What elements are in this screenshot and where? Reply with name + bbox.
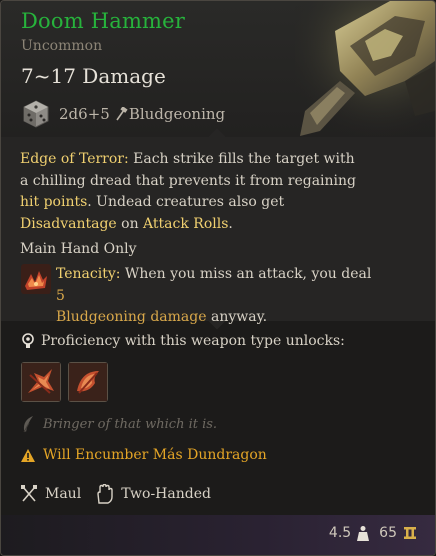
edge-of-terror-description: Edge of Terror: Each strike fills the ta… [20, 149, 360, 235]
bludgeoning-icon [116, 107, 128, 121]
feather-icon [23, 416, 33, 433]
hit-points-keyword[interactable]: hit points [20, 194, 87, 210]
damage-range: 7~17 Damage [21, 64, 166, 88]
edge-text: . [228, 215, 233, 232]
damage-dice: 2d6+5 [59, 105, 110, 123]
tenacity-title: Tenacity: [56, 266, 121, 282]
edge-text: . Undead creatures also get [87, 194, 285, 210]
attack-rolls-keyword[interactable]: Attack Rolls [143, 216, 228, 232]
weapon-type-label: Maul [45, 486, 82, 502]
gold-coin-icon [404, 527, 416, 539]
weapon-skill-1[interactable] [21, 362, 61, 402]
disadvantage-keyword[interactable]: Disadvantage [20, 216, 117, 232]
weapon-tags-row: Maul Two-Handed [21, 482, 211, 506]
main-hand-only: Main Hand Only [20, 241, 137, 257]
flavor-row: Bringer of that which it is. [21, 415, 217, 433]
weight-icon [357, 526, 370, 541]
encumbrance-warning: Will Encumber Más Dundragon [43, 447, 267, 463]
damage-type: Bludgeoning [128, 105, 226, 123]
tenacity-damage-number: 5 [56, 287, 65, 304]
dice-icon [23, 100, 49, 128]
encumbrance-warning-row: Will Encumber Más Dundragon [21, 447, 267, 463]
warning-icon [21, 448, 35, 462]
tenacity-text: anyway. [206, 309, 268, 325]
flavor-text: Bringer of that which it is. [43, 416, 218, 432]
tooltip-footer: 4.5 65 [1, 515, 435, 555]
bludgeoning-damage-keyword[interactable]: Bludgeoning damage [56, 309, 207, 325]
weapon-action-icon [22, 363, 60, 401]
footer-stats: 4.5 65 [329, 525, 417, 541]
edge-of-terror-title: Edge of Terror: [20, 151, 129, 167]
tenacity-description: Tenacity: When you miss an attack, you d… [56, 264, 376, 329]
proficiency-icon [22, 333, 34, 348]
tenacity-icon[interactable] [21, 264, 51, 294]
maul-icon[interactable] [21, 485, 37, 503]
edge-text: on [116, 215, 144, 232]
weapon-skill-2[interactable] [68, 362, 108, 402]
item-tooltip: Doom Hammer Uncommon 7~17 Damage 2d6+5 B… [0, 0, 436, 556]
item-rarity: Uncommon [21, 38, 103, 54]
item-name: Doom Hammer [21, 9, 186, 33]
two-handed-icon[interactable] [95, 484, 113, 504]
item-weight: 4.5 [328, 525, 352, 541]
damage-dice-row: 2d6+5 Bludgeoning [21, 98, 225, 130]
tenacity-text: When you miss an attack, you deal [120, 266, 372, 282]
weapon-illustration [295, 1, 435, 136]
handedness-label: Two-Handed [121, 486, 211, 502]
item-price: 65 [379, 525, 397, 541]
proficiency-label: Proficiency with this weapon type unlock… [41, 333, 345, 349]
weapon-action-icon [69, 363, 107, 401]
proficiency-row: Proficiency with this weapon type unlock… [21, 333, 345, 349]
